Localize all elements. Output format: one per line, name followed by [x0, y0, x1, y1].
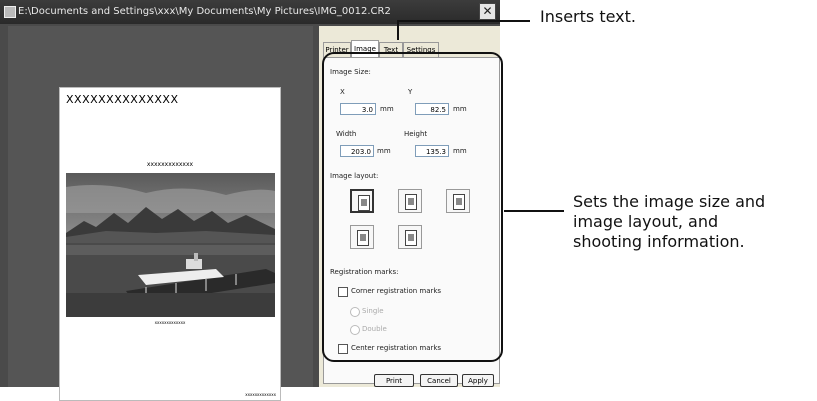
text-tab-callout-line-vertical	[397, 20, 399, 40]
preview-subtitle: xxxxxxxxxxxxx	[146, 161, 194, 168]
text-tab-callout: Inserts text.	[540, 7, 636, 26]
text-tab-callout-line	[397, 20, 530, 22]
print-button[interactable]: Print	[374, 374, 414, 387]
preview-footer: xxxxxxxxxxxxx	[245, 392, 276, 397]
image-tab-callout-line-1: Sets the image size and	[573, 192, 766, 211]
app-icon	[4, 6, 16, 18]
preview-page: XXXXXXXXXXXXXX xxxxxxxxxxxxx xxxxxxxxxxx…	[59, 87, 281, 401]
print-preview-area: XXXXXXXXXXXXXX xxxxxxxxxxxxx xxxxxxxxxxx…	[8, 26, 313, 401]
image-tab-callout-line-3: shooting information.	[573, 232, 745, 251]
preview-caption: xxxxxxxxxxxxx	[154, 320, 186, 325]
close-icon[interactable]: ✕	[479, 3, 496, 20]
window-title: E:\Documents and Settings\xxx\My Documen…	[18, 6, 391, 17]
preview-photo	[66, 173, 275, 317]
image-tab-highlight	[322, 52, 503, 362]
lake-photo-image	[66, 173, 275, 317]
preview-page-title: XXXXXXXXXXXXXX	[66, 93, 179, 106]
apply-button[interactable]: Apply	[462, 374, 494, 387]
image-tab-callout-line	[504, 210, 564, 212]
cancel-button[interactable]: Cancel	[420, 374, 458, 387]
image-tab-callout-line-2: image layout, and	[573, 212, 719, 231]
